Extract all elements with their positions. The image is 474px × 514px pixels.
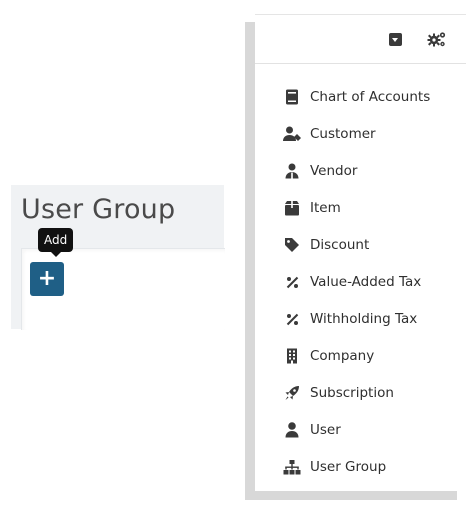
menu-item-label: Company — [310, 348, 375, 364]
building-icon — [283, 347, 301, 365]
menu-item-label: Chart of Accounts — [310, 89, 431, 105]
tag-icon — [283, 236, 301, 254]
box-icon — [283, 199, 301, 217]
menu-item-withholding-tax[interactable]: Withholding Tax — [255, 304, 466, 334]
menu-item-label: User Group — [310, 459, 387, 475]
add-tooltip: Add — [38, 228, 74, 257]
book-icon — [283, 88, 301, 106]
customer-icon — [283, 125, 301, 143]
menu-item-customer[interactable]: Customer — [255, 119, 466, 149]
menu-item-vendor[interactable]: Vendor — [255, 156, 466, 186]
menu-item-label: Customer — [310, 126, 376, 142]
percent-icon — [283, 310, 301, 328]
caret-down-icon[interactable] — [389, 33, 402, 46]
menu-item-item[interactable]: Item — [255, 193, 466, 223]
percent-icon — [283, 273, 301, 291]
menu-item-company[interactable]: Company — [255, 341, 466, 371]
settings-dropdown-menu: Chart of Accounts Customer Vendor Item D… — [255, 14, 466, 491]
menu-item-chart-of-accounts[interactable]: Chart of Accounts — [255, 82, 466, 112]
menu-item-label: User — [310, 422, 341, 438]
menu-item-subscription[interactable]: Subscription — [255, 378, 466, 408]
sitemap-icon — [283, 458, 301, 476]
add-button[interactable]: + — [30, 262, 64, 296]
user-icon — [283, 421, 301, 439]
menu-item-discount[interactable]: Discount — [255, 230, 466, 260]
rocket-icon — [283, 384, 301, 402]
menu-item-label: Vendor — [310, 163, 358, 179]
menu-item-value-added-tax[interactable]: Value-Added Tax — [255, 267, 466, 297]
menu-item-label: Item — [310, 200, 341, 216]
vendor-icon — [283, 162, 301, 180]
menu-item-label: Subscription — [310, 385, 394, 401]
page-title: User Group — [21, 194, 176, 225]
cogs-icon[interactable] — [427, 30, 447, 48]
menu-item-label: Discount — [310, 237, 370, 253]
dropdown-header — [255, 15, 466, 64]
menu-item-label: Withholding Tax — [310, 311, 418, 327]
user-group-card: User Group — [11, 185, 225, 330]
menu-item-user[interactable]: User — [255, 415, 466, 445]
menu-item-user-group[interactable]: User Group — [255, 452, 466, 482]
menu-item-label: Value-Added Tax — [310, 274, 422, 290]
